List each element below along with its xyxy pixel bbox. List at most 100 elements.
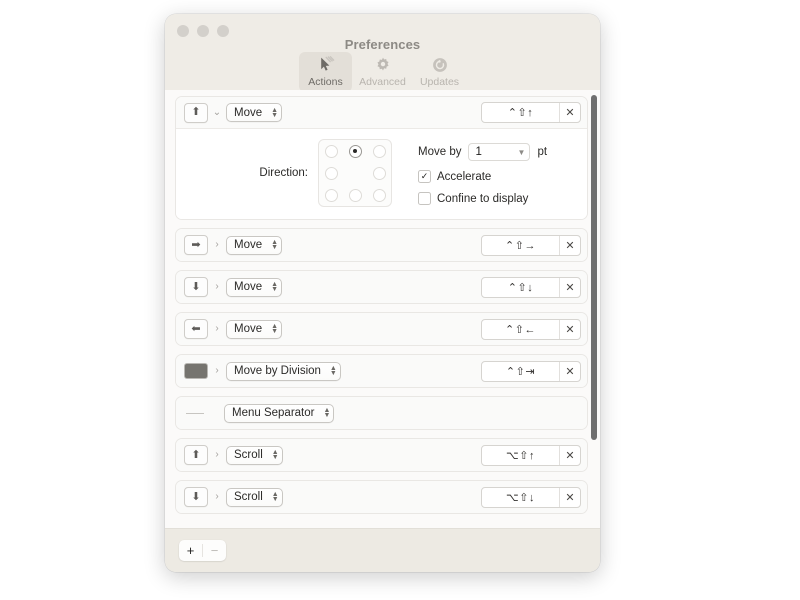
clear-shortcut-icon[interactable]: ✕	[559, 235, 580, 255]
shortcut-recorder[interactable]: ⌃⇧↓ ✕	[481, 276, 581, 298]
chevron-updown-icon: ▲ ▼	[271, 491, 279, 503]
chevron-right-icon[interactable]: ›	[208, 366, 226, 376]
shortcut-keys: ⌃⇧↑	[507, 107, 534, 119]
action-type-value: Move	[234, 281, 263, 293]
shortcut-recorder[interactable]: ⌥⇧↑ ✕	[481, 444, 581, 466]
zoom-button[interactable]	[217, 25, 229, 37]
tab-advanced-label: Advanced	[359, 76, 406, 88]
add-action-button[interactable]: +	[179, 540, 202, 561]
chevron-right-icon[interactable]: ›	[208, 282, 226, 292]
action-type-popup[interactable]: Move ▲ ▼	[226, 103, 283, 122]
action-type-popup[interactable]: Move ▲ ▼	[226, 277, 283, 297]
chevron-updown-icon: ▲ ▼	[271, 239, 279, 251]
action-type-popup[interactable]: Move by Division ▲ ▼	[226, 361, 341, 381]
accelerate-checkbox[interactable]: ✓	[418, 170, 431, 183]
action-row[interactable]: › Move by Division ▲ ▼ ⌃⇧⇥ ✕	[176, 355, 587, 387]
arrow-down-icon[interactable]: ⬇	[184, 277, 208, 297]
action-card: ➡ › Move ▲ ▼ ⌃⇧→ ✕	[175, 228, 588, 262]
accelerate-row[interactable]: ✓ Accelerate	[418, 170, 547, 183]
action-row[interactable]: ⬆ › Scroll ▲ ▼ ⌥⇧↑ ✕	[176, 439, 587, 471]
chevron-right-icon[interactable]: ›	[208, 240, 226, 250]
vertical-scrollbar[interactable]	[591, 95, 597, 523]
clear-shortcut-icon[interactable]: ✕	[559, 103, 580, 122]
chevron-updown-icon: ▲ ▼	[271, 323, 279, 335]
action-type-popup[interactable]: Scroll ▲ ▼	[226, 487, 283, 507]
clear-shortcut-icon[interactable]: ✕	[559, 487, 580, 507]
horizontal-line-icon	[184, 404, 206, 422]
arrow-up-icon[interactable]: ⬆	[184, 445, 208, 465]
shortcut-recorder[interactable]: ⌃⇧⇥ ✕	[481, 360, 581, 382]
move-options: Move by 1 ▼ pt ✓ Accelerate Confine to d…	[418, 139, 547, 205]
action-card: ⬇ › Scroll ▲ ▼ ⌥⇧↓ ✕	[175, 480, 588, 514]
action-row[interactable]: ⬅ › Move ▲ ▼ ⌃⇧← ✕	[176, 313, 587, 345]
filled-rectangle-icon[interactable]	[184, 363, 208, 379]
confine-row[interactable]: Confine to display	[418, 192, 547, 205]
shortcut-recorder[interactable]: ⌥⇧↓ ✕	[481, 486, 581, 508]
direction-radio-up-right[interactable]	[372, 144, 386, 158]
action-card: ⬆ › Scroll ▲ ▼ ⌥⇧↑ ✕	[175, 438, 588, 472]
action-row[interactable]: ➡ › Move ▲ ▼ ⌃⇧→ ✕	[176, 229, 587, 261]
arrow-up-glyph: ⬆	[191, 106, 201, 118]
tab-updates[interactable]: Updates	[413, 52, 466, 92]
chevron-down-icon[interactable]: ▼	[518, 148, 526, 157]
chevron-updown-icon: ▲ ▼	[323, 407, 331, 419]
accelerate-label: Accelerate	[437, 170, 492, 183]
direction-radio-up[interactable]	[348, 144, 362, 158]
clear-shortcut-icon[interactable]: ✕	[559, 277, 580, 297]
direction-radio-down-left[interactable]	[324, 188, 338, 202]
add-remove-segmented-control[interactable]: + −	[179, 540, 226, 561]
action-card: ⬅ › Move ▲ ▼ ⌃⇧← ✕	[175, 312, 588, 346]
action-row[interactable]: Ëa; Menu Separator ▲▼	[176, 397, 587, 429]
shortcut-recorder[interactable]: ⌃⇧↑ ✕	[481, 102, 581, 123]
action-type-value: Scroll	[234, 449, 263, 461]
direction-radio-down-right[interactable]	[372, 188, 386, 202]
direction-radio-left[interactable]	[324, 166, 338, 180]
chevron-right-icon[interactable]: ›	[208, 324, 226, 334]
minimize-button[interactable]	[197, 25, 209, 37]
chevron-updown-icon: ▲ ▼	[271, 281, 279, 293]
action-row[interactable]: ⬇ › Scroll ▲ ▼ ⌥⇧↓ ✕	[176, 481, 587, 513]
confine-checkbox[interactable]	[418, 192, 431, 205]
chevron-down-icon[interactable]: ⌄	[208, 107, 226, 118]
tab-advanced[interactable]: Advanced	[356, 52, 409, 92]
close-button[interactable]	[177, 25, 189, 37]
actions-scroll-area[interactable]: ⬆ ⌄ Move ▲ ▼ ⌃⇧↑ ✕ Direction: Move by 1 …	[165, 90, 600, 528]
tab-actions[interactable]: Actions	[299, 52, 352, 92]
toolbar-tabs: Actions Advanced Updates	[165, 52, 600, 92]
chevron-updown-icon: ▲ ▼	[329, 365, 337, 377]
direction-radio-down[interactable]	[348, 188, 362, 202]
confine-label: Confine to display	[437, 192, 529, 205]
arrow-up-icon[interactable]: ⬆	[184, 102, 208, 123]
action-row[interactable]: ⬆ ⌄ Move ▲ ▼ ⌃⇧↑ ✕	[176, 97, 587, 129]
chevron-updown-icon: ▲ ▼	[271, 106, 279, 119]
window-title: Preferences	[344, 37, 421, 52]
arrow-right-glyph: ➡	[191, 238, 201, 251]
scrollbar-thumb[interactable]	[591, 95, 597, 440]
clear-shortcut-icon[interactable]: ✕	[559, 361, 580, 381]
arrow-down-glyph: ⬇	[191, 280, 201, 293]
clear-shortcut-icon[interactable]: ✕	[559, 445, 580, 465]
action-type-popup[interactable]: Menu Separator ▲ ▼	[224, 403, 335, 423]
chevron-right-icon[interactable]: ›	[208, 450, 226, 460]
shortcut-recorder[interactable]: ⌃⇧← ✕	[481, 318, 581, 340]
arrow-right-icon[interactable]: ➡	[184, 235, 208, 255]
direction-radio-up-left[interactable]	[324, 144, 338, 158]
shortcut-keys: ⌥⇧↓	[506, 491, 535, 504]
arrow-down-icon[interactable]: ⬇	[184, 487, 208, 507]
clear-shortcut-icon[interactable]: ✕	[559, 319, 580, 339]
direction-radio-grid[interactable]	[318, 139, 392, 207]
action-type-popup[interactable]: Move ▲ ▼	[226, 319, 283, 339]
action-type-popup[interactable]: Scroll ▲ ▼	[226, 445, 283, 465]
action-type-popup[interactable]: Move ▲ ▼	[226, 235, 283, 255]
action-row[interactable]: ⬇ › Move ▲ ▼ ⌃⇧↓ ✕	[176, 271, 587, 303]
tab-updates-label: Updates	[419, 76, 460, 88]
chevron-right-icon[interactable]: ›	[208, 492, 226, 502]
direction-radio-right[interactable]	[372, 166, 386, 180]
bottom-toolbar: + −	[165, 528, 600, 572]
action-type-value: Menu Separator	[232, 407, 315, 419]
arrow-left-icon[interactable]: ⬅	[184, 319, 208, 339]
action-type-value: Move	[234, 106, 263, 119]
shortcut-recorder[interactable]: ⌃⇧→ ✕	[481, 234, 581, 256]
move-by-combo[interactable]: 1 ▼	[468, 143, 531, 161]
action-type-value: Move	[234, 323, 263, 335]
